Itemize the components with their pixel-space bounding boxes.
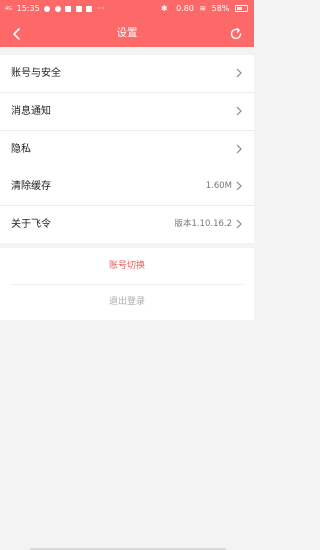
net-speed-value: 0.80 xyxy=(176,4,194,13)
settings-item-label: 账号与安全 xyxy=(11,68,61,79)
refresh-icon[interactable] xyxy=(228,26,244,42)
net-speed: 0.80 xyxy=(173,4,194,13)
battery-percent: 58% xyxy=(211,4,230,13)
settings-item-notifications[interactable]: 消息通知 xyxy=(0,93,254,131)
settings-item-account-security[interactable]: 账号与安全 xyxy=(0,55,254,93)
settings-item-clear-cache[interactable]: 清除缓存 1.60M xyxy=(0,168,254,206)
chevron-right-icon xyxy=(236,219,242,229)
signal-indicator: 4G xyxy=(5,6,13,12)
status-bar: 4G 15:35 ··· ✱ 0.80 ≋ 58% xyxy=(0,0,254,18)
switch-account-button[interactable]: 账号切换 xyxy=(0,248,254,284)
chevron-right-icon xyxy=(236,144,242,154)
settings-item-label: 隐私 xyxy=(11,144,31,155)
wifi-icon: ≋ xyxy=(199,4,207,13)
chat-icon xyxy=(54,5,61,12)
app-icon xyxy=(65,5,72,12)
app-header: 4G 15:35 ··· ✱ 0.80 ≋ 58% 设置 xyxy=(0,0,254,47)
nav-bar: 设置 xyxy=(0,20,254,47)
more-notifications-icon: ··· xyxy=(96,4,105,13)
settings-item-about[interactable]: 关于飞令 版本1.10.16.2 xyxy=(0,206,254,243)
app-version-value: 版本1.10.16.2 xyxy=(174,219,232,229)
cache-size-value: 1.60M xyxy=(205,181,232,191)
battery-icon xyxy=(235,5,248,12)
chevron-right-icon xyxy=(236,68,242,78)
clock: 15:35 xyxy=(16,4,40,13)
settings-item-label: 清除缓存 xyxy=(11,181,51,192)
logout-button[interactable]: 退出登录 xyxy=(0,285,254,320)
settings-group-app: 清除缓存 1.60M 关于飞令 版本1.10.16.2 xyxy=(0,168,254,243)
app-icon-3 xyxy=(86,5,93,12)
chevron-right-icon xyxy=(236,181,242,191)
settings-group-account: 账号与安全 消息通知 隐私 xyxy=(0,55,254,168)
notification-icon xyxy=(44,5,51,12)
settings-item-privacy[interactable]: 隐私 xyxy=(0,131,254,168)
app-icon-2 xyxy=(75,5,82,12)
page-title: 设置 xyxy=(116,27,138,39)
account-actions: 账号切换 退出登录 xyxy=(0,248,254,320)
settings-item-label: 关于飞令 xyxy=(11,219,51,230)
bluetooth-icon: ✱ xyxy=(160,4,168,13)
settings-item-label: 消息通知 xyxy=(11,106,51,117)
chevron-right-icon xyxy=(236,106,242,116)
